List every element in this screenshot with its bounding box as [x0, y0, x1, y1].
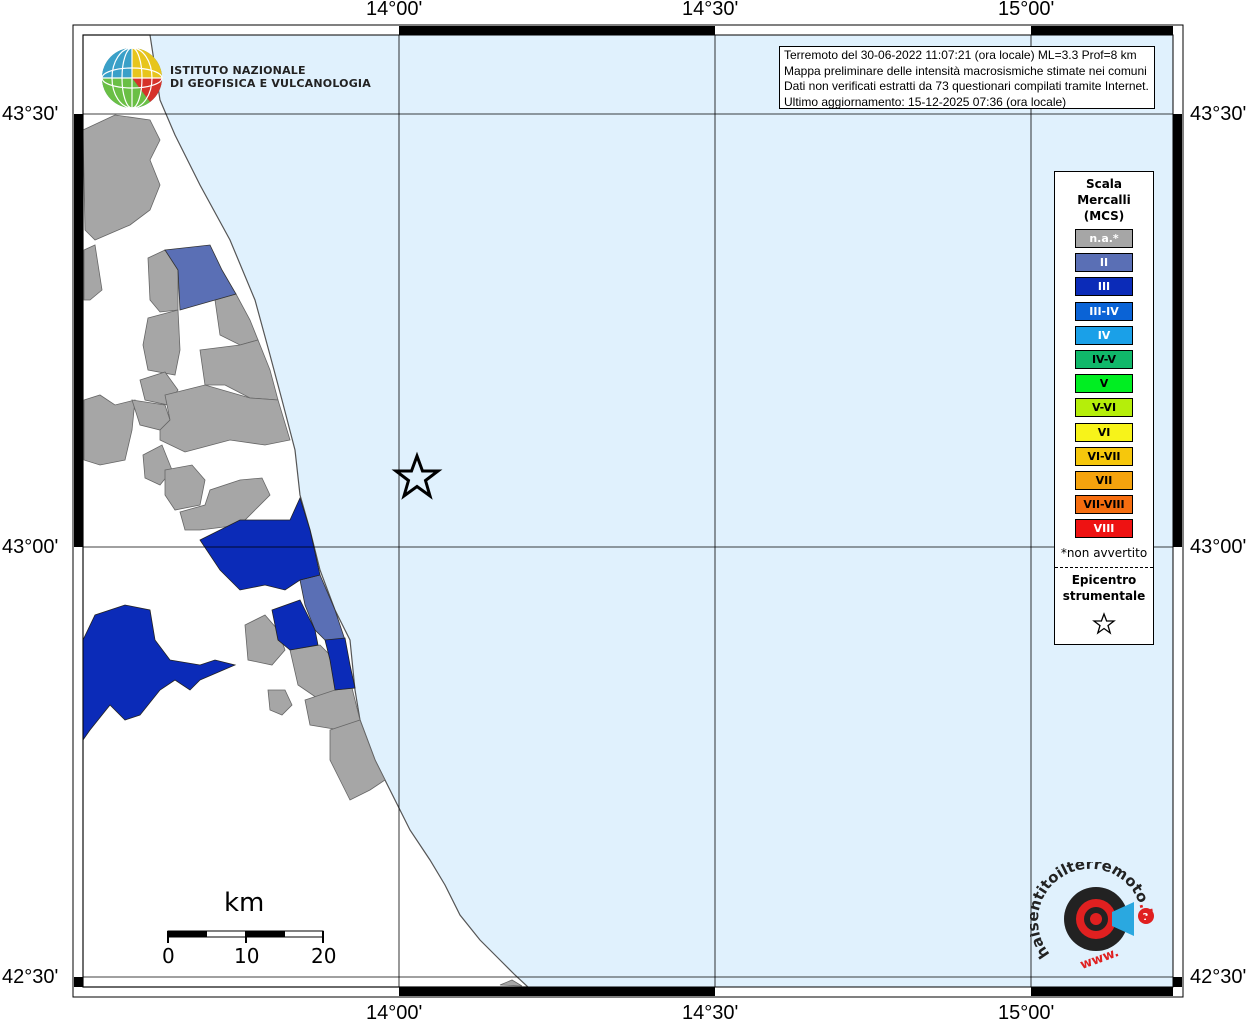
legend-item: VI [1075, 422, 1133, 442]
event-info-line1: Terremoto del 30-06-2022 11:07:21 (ora l… [784, 48, 1137, 62]
legend-item: VII-VIII [1075, 495, 1133, 515]
event-info-line2: Mappa preliminare delle intensità macros… [784, 63, 1147, 78]
intensity-legend: Scala Mercalli (MCS) n.a.* II III III-IV IV I… [1054, 171, 1154, 645]
legend-item: VIII [1075, 519, 1133, 539]
lon-label-bottom: 15°00' [998, 1002, 1055, 1024]
legend-item: III [1075, 277, 1133, 297]
legend-item: II [1075, 253, 1133, 273]
legend-title-line3: (MCS) [1083, 209, 1125, 223]
institution-line2: DI GEOFISICA E VULCANOLOGIA [170, 77, 371, 90]
legend-item: n.a.* [1075, 229, 1133, 248]
legend-title: Scala Mercalli (MCS) [1055, 176, 1153, 224]
scale-bar-label: 0 [162, 944, 175, 968]
institution-line1: ISTITUTO NAZIONALE [170, 64, 306, 77]
legend-epicenter-line1: Epicentro [1071, 573, 1137, 587]
lat-label-left: 43°30' [2, 103, 59, 125]
legend-item: VI-VII [1075, 446, 1133, 466]
lat-label-left: 42°30' [2, 966, 59, 988]
lon-label-bottom: 14°30' [682, 1002, 739, 1024]
event-info-line3: Dati non verificati estratti da 73 quest… [784, 79, 1149, 93]
legend-star-icon [1092, 612, 1116, 635]
lat-label-right: 43°30' [1190, 103, 1247, 125]
lon-label-top: 14°00' [366, 0, 423, 20]
lon-label-top: 15°00' [998, 0, 1055, 20]
scale-bar-label: 10 [234, 944, 260, 968]
legend-title-line2: Mercalli [1077, 193, 1131, 207]
institution-name: ISTITUTO NAZIONALE DI GEOFISICA E VULCAN… [170, 64, 371, 90]
event-info-box: Terremoto del 30-06-2022 11:07:21 (ora l… [779, 46, 1155, 109]
legend-item: VII [1075, 471, 1133, 490]
legend-title-line1: Scala [1085, 177, 1123, 191]
legend-epicenter-line2: strumentale [1062, 589, 1146, 603]
scale-bar-title: km [224, 888, 265, 918]
legend-separator [1055, 567, 1153, 568]
legend-item: V-VI [1075, 398, 1133, 418]
legend-item: III-IV [1075, 301, 1133, 321]
legend-epicenter-label: Epicentro strumentale [1055, 572, 1153, 604]
lat-label-right: 42°30' [1190, 966, 1247, 988]
lon-label-top: 14°30' [682, 0, 739, 20]
lat-label-right: 43°00' [1190, 536, 1247, 558]
legend-item: V [1075, 374, 1133, 394]
municipality-na [142, 309, 181, 376]
legend-item: IV-V [1075, 350, 1133, 369]
legend-item: IV [1075, 325, 1133, 345]
scale-bar-label: 20 [311, 944, 337, 968]
lat-label-left: 43°00' [2, 536, 59, 558]
ingv-logo-icon [101, 47, 163, 109]
legend-note: *non avvertito [1060, 546, 1148, 560]
haisentito-logo-icon: ? haisentitoilterremoto.it www. [1030, 862, 1156, 973]
lon-label-bottom: 14°00' [366, 1002, 423, 1024]
event-info-line4: Ultimo aggiornamento: 15-12-2025 07:36 (… [784, 94, 1067, 109]
